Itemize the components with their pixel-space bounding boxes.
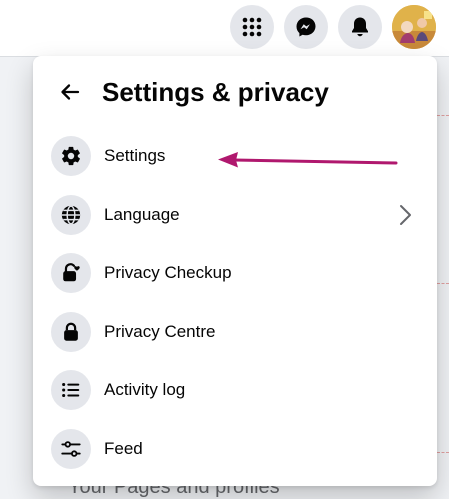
menu-icon-wrapper	[51, 370, 91, 410]
menu-item-language[interactable]: Language	[41, 188, 429, 242]
menu-item-label: Language	[104, 205, 180, 224]
menu-icon-wrapper	[51, 136, 91, 176]
avatar-image	[392, 5, 436, 49]
top-bar	[0, 0, 449, 57]
menu-icon-wrapper	[51, 312, 91, 352]
background-divider	[437, 115, 449, 116]
menu-item-label: Privacy Centre	[104, 322, 216, 341]
arrow-left-icon	[61, 84, 80, 100]
background-divider	[437, 283, 449, 284]
bell-icon	[352, 17, 368, 37]
notifications-button[interactable]	[338, 5, 382, 49]
messenger-button[interactable]	[284, 5, 328, 49]
menu-grid-icon	[242, 17, 262, 37]
menu-item-privacy-checkup[interactable]: Privacy Checkup	[41, 246, 429, 300]
messenger-icon	[296, 17, 316, 37]
menu-item-privacy-centre[interactable]: Privacy Centre	[41, 305, 429, 359]
panel-title: Settings & privacy	[102, 77, 329, 107]
annotation-arrow	[218, 152, 398, 168]
menu-item-activity-log[interactable]: Activity log	[41, 363, 429, 417]
background-divider	[437, 452, 449, 453]
menu-icon-wrapper	[51, 195, 91, 235]
sliders-icon	[61, 441, 81, 457]
panel-header: Settings & privacy	[33, 74, 437, 110]
list-icon	[62, 382, 80, 398]
chevron-right-icon	[400, 205, 411, 225]
back-button[interactable]	[52, 74, 88, 110]
menu-item-label: Feed	[104, 439, 143, 458]
globe-icon	[61, 205, 81, 225]
menu-item-feed[interactable]: Feed	[41, 422, 429, 476]
lock-heart-icon	[63, 263, 80, 282]
settings-privacy-panel: Settings & privacy Settings Language Pri…	[33, 56, 437, 486]
menu-item-label: Activity log	[104, 380, 186, 399]
menu-icon-wrapper	[51, 253, 91, 293]
gear-icon	[62, 146, 80, 166]
profile-avatar[interactable]	[392, 5, 436, 49]
menu-item-label: Settings	[104, 146, 166, 165]
lock-icon	[64, 322, 78, 341]
menu-icon-wrapper	[51, 429, 91, 469]
menu-item-label: Privacy Checkup	[104, 263, 232, 282]
menu-grid-button[interactable]	[230, 5, 274, 49]
